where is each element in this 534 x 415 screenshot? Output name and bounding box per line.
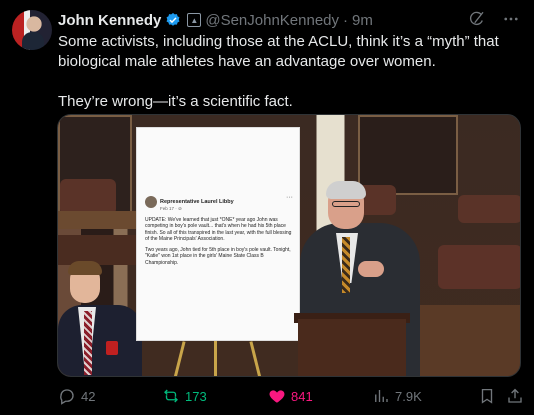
verified-badge-icon[interactable] (165, 12, 181, 28)
tweet-media-image[interactable]: ··· Representative Laurel Libby Feb 17 ·… (57, 114, 521, 377)
speaker-tie (342, 237, 350, 293)
author-handle[interactable]: @SenJohnKennedy (205, 12, 339, 29)
views-count: 7.9K (395, 388, 422, 404)
poster-author-name: Representative Laurel Libby (160, 198, 234, 205)
easel-leg (214, 341, 217, 376)
tweet-text: Some activists, including those at the A… (58, 32, 518, 112)
reply-button[interactable]: 42 (58, 387, 95, 405)
tweet-top-actions (468, 10, 520, 28)
speaker-hand (358, 261, 384, 277)
tweet-time[interactable]: 9m (352, 12, 373, 29)
share-button[interactable] (506, 387, 524, 405)
heart-icon (269, 390, 285, 403)
tweet-paragraph-2: They’re wrong—it’s a scientific fact. (58, 93, 293, 110)
aide-tie (84, 311, 92, 375)
aide-hair (68, 261, 102, 275)
chamber-chair (60, 179, 116, 215)
speaker-hair (326, 181, 366, 199)
like-count: 841 (291, 388, 313, 404)
grok-icon[interactable] (468, 10, 486, 28)
share-icon (508, 388, 522, 403)
poster-board: ··· Representative Laurel Libby Feb 17 ·… (136, 127, 300, 341)
author-avatar[interactable] (12, 10, 52, 50)
reply-icon (60, 389, 74, 405)
tweet-header: John Kennedy ▲ @SenJohnKennedy · 9m (58, 10, 373, 30)
repost-count: 173 (185, 388, 207, 404)
speaker-glasses (332, 201, 360, 207)
chamber-desk (58, 211, 136, 229)
more-icon[interactable] (502, 10, 520, 28)
aide-pin (106, 341, 118, 355)
poster-paragraph-1: UPDATE: We've learned that just *ONE* ye… (145, 216, 292, 243)
aide-body (58, 305, 142, 376)
podium (298, 319, 406, 376)
tweet-action-bar: 42 173 841 7.9K (58, 386, 522, 406)
chamber-desk (58, 235, 136, 265)
chamber-chair (438, 245, 520, 289)
poster-paragraph-2: Two years ago, John tied for 5th place i… (145, 246, 291, 266)
government-badge-icon[interactable]: ▲ (187, 13, 202, 27)
bookmark-icon (481, 388, 493, 404)
poster-date: Feb 17 · ⊘ (160, 206, 182, 211)
poster-body: UPDATE: We've learned that just *ONE* ye… (145, 217, 293, 267)
author-name[interactable]: John Kennedy (58, 12, 161, 29)
repost-icon (164, 389, 178, 403)
like-button[interactable]: 841 (268, 387, 313, 405)
poster-post: Representative Laurel Libby Feb 17 · ⊘ U… (145, 196, 293, 270)
separator-dot: · (343, 11, 349, 29)
reply-count: 42 (81, 388, 96, 404)
views-button[interactable]: 7.9K (372, 387, 422, 405)
chamber-chair (458, 195, 520, 223)
poster-avatar (145, 196, 157, 208)
repost-button[interactable]: 173 (162, 387, 207, 405)
tweet-paragraph-1: Some activists, including those at the A… (58, 33, 499, 70)
bookmark-button[interactable] (478, 387, 496, 405)
views-icon (375, 390, 388, 402)
wall-panel-right (358, 115, 458, 195)
